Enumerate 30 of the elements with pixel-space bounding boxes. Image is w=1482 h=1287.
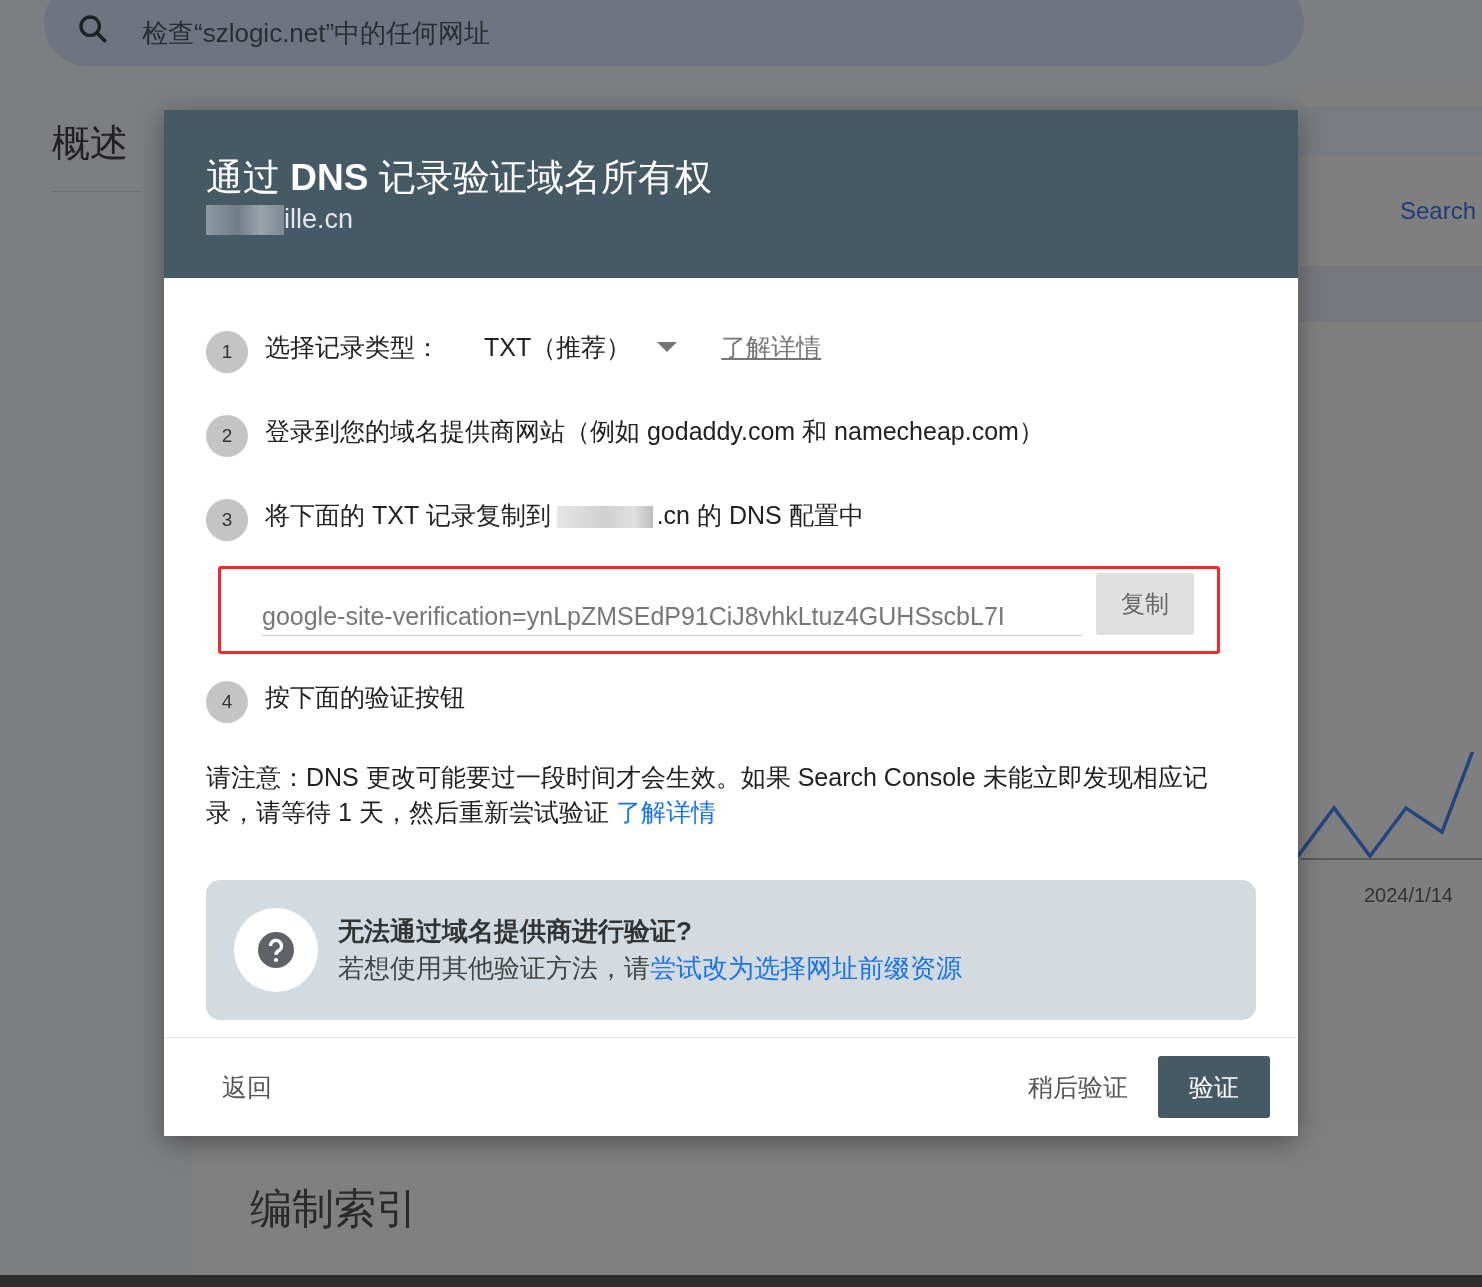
page-heading: 概述 [52,118,142,192]
record-field[interactable]: google-site-verification=ynLpZMSEdP91CiJ8vhkLtuz4GUHSscbL7I [262,584,1082,636]
step-text: 登录到您的域名提供商网站（例如 godaddy.com 和 namecheap.com） [265,415,1044,447]
section-heading: 编制索引 [250,1184,418,1234]
step-text: 将下面的 TXT 记录复制到 [265,499,551,531]
verify-button[interactable]: 验证 [1158,1056,1270,1118]
learn-more-link[interactable]: 了解详情 [721,330,822,364]
copy-button[interactable]: 复制 [1096,573,1194,635]
verify-later-button[interactable]: 稍后验证 [1012,1062,1144,1112]
back-button[interactable]: 返回 [206,1062,288,1112]
step-text: .cn 的 DNS 配置中 [656,499,864,531]
search-link[interactable]: Search [1399,197,1476,225]
step-number: 1 [206,331,248,373]
help-text: 若想使用其他验证方法，请尝试改为选择网址前缀资源 [338,952,962,985]
axis-label: 2024/1/14 [1364,884,1454,907]
search-icon [76,12,110,46]
step-number: 4 [206,681,248,723]
step-number: 3 [206,499,248,541]
search-field[interactable]: 检查“szlogic.net”中的任何网址 [44,0,1304,66]
step-number: 2 [206,415,248,457]
caret-icon [657,342,678,352]
note-text: 请注意：DNS 更改可能要过一段时间才会生效。如果 Search Console 未能立即发现相应记录，请等待 1 天，然后重新尝试验证 了解详情 [206,762,1209,828]
record-type-dropdown[interactable]: TXT（推荐） [484,330,678,364]
help-title: 无法通过域名提供商进行验证? [338,915,693,948]
step-label: 选择记录类型： [265,331,440,363]
domain-name: ille.cn [284,204,354,235]
learn-more-link[interactable]: 了解详情 [615,798,716,826]
url-prefix-link[interactable]: 尝试改为选择网址前缀资源 [650,953,962,983]
step-text: 按下面的验证按钮 [265,681,465,713]
dialog-title: 通过 DNS 记录验证域名所有权 [206,156,713,200]
